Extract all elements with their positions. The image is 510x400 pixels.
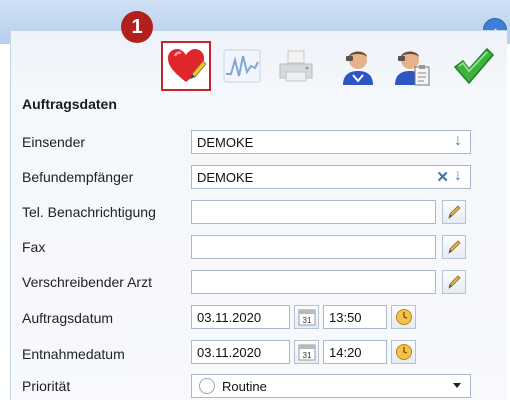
chart-button[interactable] [219, 43, 265, 89]
pencil-icon [448, 205, 461, 219]
entnahmedatum-date: 03.11.2020 [197, 345, 262, 360]
fax-edit-button[interactable] [442, 235, 466, 259]
doctor-clipboard-icon [395, 51, 430, 86]
tel-label: Tel. Benachrichtigung [22, 204, 156, 220]
calendar-icon: 31 [298, 309, 315, 326]
auftragsdatum-date-input[interactable]: 03.11.2020 [191, 305, 290, 329]
entnahmedatum-time: 14:20 [329, 345, 362, 360]
auftragsdatum-date: 03.11.2020 [197, 310, 262, 325]
doctor-icon [343, 51, 373, 85]
svg-text:31: 31 [302, 351, 311, 360]
pencil-icon [448, 240, 461, 254]
tel-input[interactable] [191, 200, 436, 224]
svg-text:31: 31 [302, 316, 311, 325]
fax-input[interactable] [191, 235, 436, 259]
befundempfaenger-label: Befundempfänger [22, 169, 134, 185]
print-button[interactable] [273, 43, 319, 89]
einsender-label: Einsender [22, 134, 86, 150]
auftragsdatum-time: 13:50 [329, 310, 362, 325]
pencil-icon [448, 275, 461, 289]
step-badge: 1 [121, 11, 153, 43]
checkmark-icon [453, 47, 495, 85]
tel-edit-button[interactable] [442, 200, 466, 224]
prioritaet-label: Priorität [22, 378, 71, 394]
arzt-input[interactable] [191, 270, 436, 294]
clear-icon[interactable]: ✕ [436, 168, 449, 186]
entnahmedatum-date-input[interactable]: 03.11.2020 [191, 340, 290, 364]
clock-icon [395, 344, 412, 360]
einsender-field[interactable]: DEMOKE ↓ [191, 130, 471, 154]
auftragsdatum-label: Auftragsdatum [22, 310, 114, 326]
priority-radio-icon [199, 378, 215, 394]
entnahmedatum-label: Entnahmedatum [22, 346, 125, 362]
heart-pen-icon [168, 49, 206, 82]
section-title: Auftragsdaten [22, 96, 117, 112]
befundempfaenger-field[interactable]: DEMOKE ✕ ↓ [191, 165, 471, 189]
dropdown-caret-icon[interactable] [453, 383, 461, 388]
chart-wave-icon [223, 49, 261, 83]
arrow-down-icon[interactable]: ↓ [454, 167, 462, 185]
confirm-button[interactable] [450, 43, 496, 89]
edit-order-button[interactable] [161, 41, 211, 91]
prioritaet-value: Routine [222, 379, 267, 394]
auftragsdatum-clock-button[interactable] [391, 305, 416, 329]
auftragsdatum-time-input[interactable]: 13:50 [323, 305, 387, 329]
doctor-clipboard-button[interactable] [389, 43, 435, 89]
prioritaet-select[interactable]: Routine [191, 374, 471, 398]
arzt-edit-button[interactable] [442, 270, 466, 294]
printer-icon [279, 50, 313, 82]
clock-icon [395, 309, 412, 325]
doctor-button[interactable] [335, 43, 381, 89]
entnahmedatum-clock-button[interactable] [391, 340, 416, 364]
calendar-icon: 31 [298, 344, 315, 361]
arzt-label: Verschreibender Arzt [22, 274, 152, 290]
fax-label: Fax [22, 239, 46, 255]
befundempfaenger-value: DEMOKE [197, 170, 254, 185]
auftragsdatum-calendar-button[interactable]: 31 [294, 305, 319, 329]
einsender-value: DEMOKE [197, 135, 254, 150]
arrow-down-icon[interactable]: ↓ [454, 132, 462, 150]
entnahmedatum-calendar-button[interactable]: 31 [294, 340, 319, 364]
entnahmedatum-time-input[interactable]: 14:20 [323, 340, 387, 364]
